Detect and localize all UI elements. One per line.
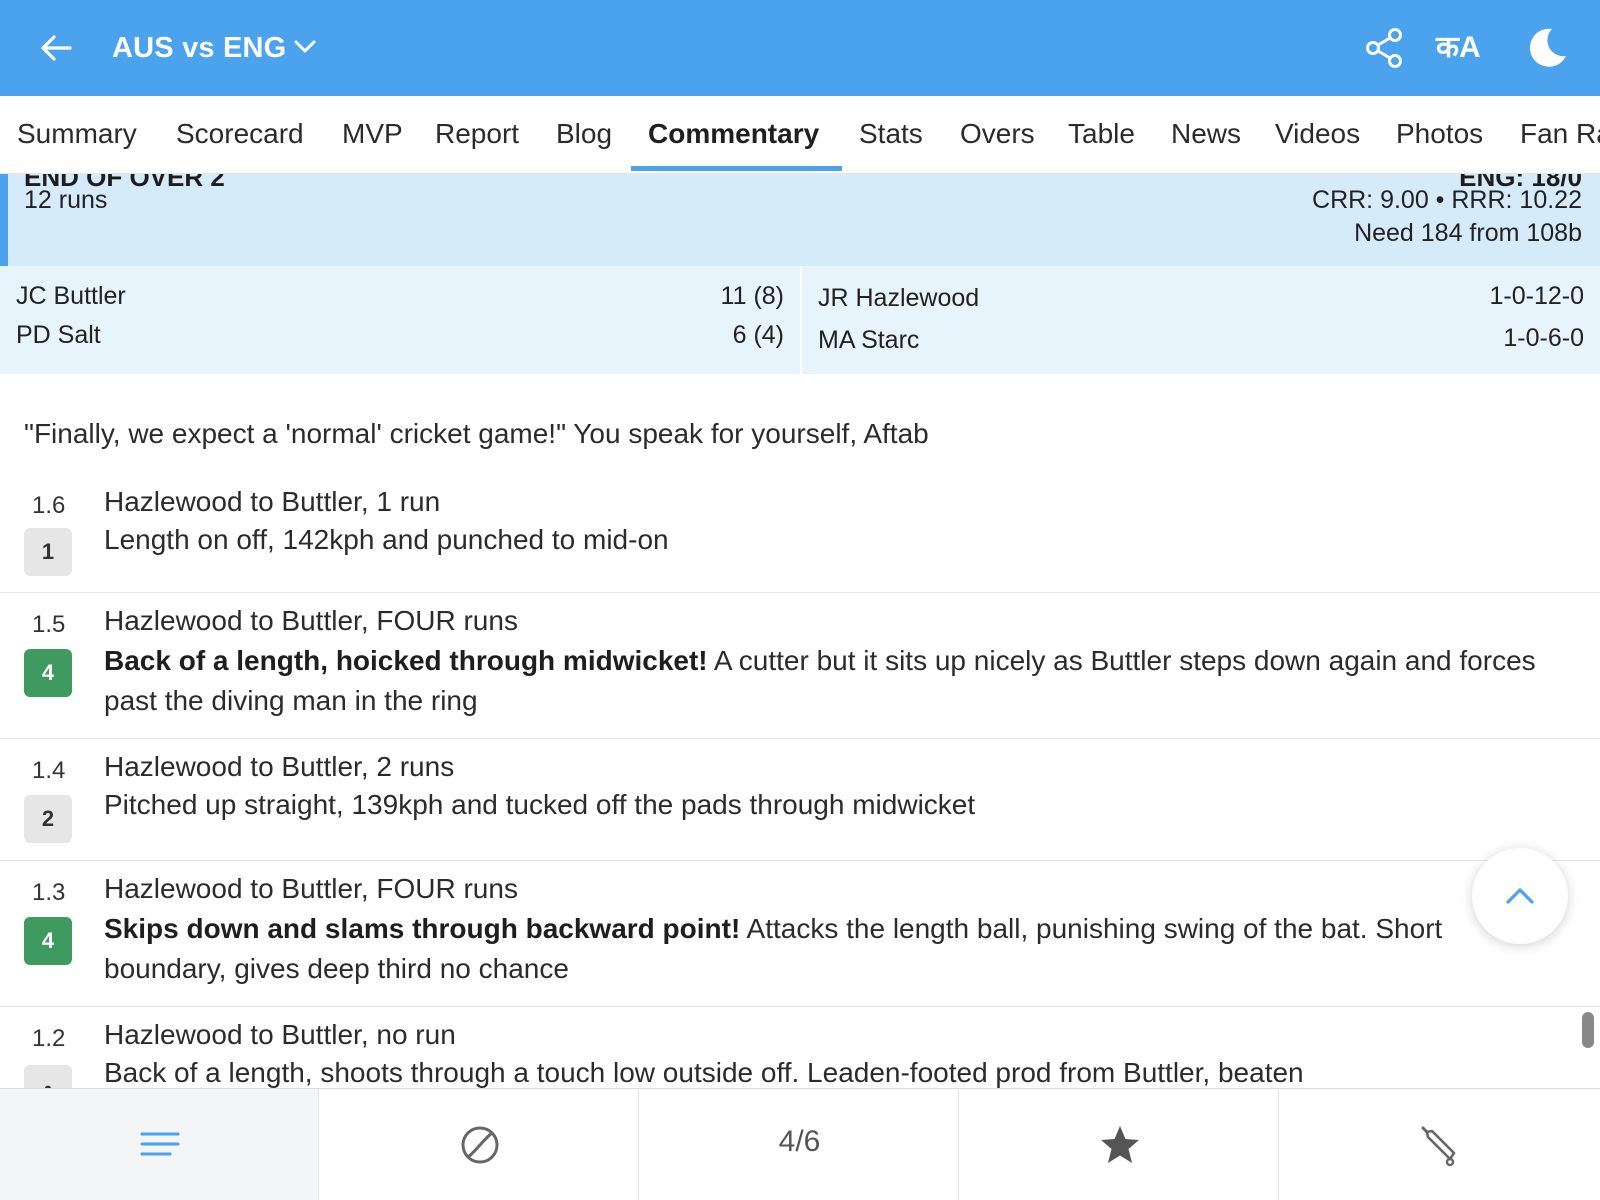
ball-headline: Hazlewood to Buttler, FOUR runs	[104, 873, 518, 904]
menu-button[interactable]	[0, 1089, 319, 1200]
chevron-down-icon[interactable]	[292, 34, 318, 60]
commentary-item: 1.3 4 Hazlewood to Buttler, FOUR runs Sk…	[0, 861, 1600, 1007]
back-arrow-icon[interactable]	[36, 28, 76, 68]
ball-result-badge: 4	[24, 649, 72, 697]
batter-name: JC Buttler	[16, 282, 126, 310]
moon-icon[interactable]	[1522, 24, 1570, 72]
share-icon[interactable]	[1362, 26, 1406, 70]
over-summary: END OF OVER 2 ENG: 18/0 12 runs CRR: 9.0…	[0, 174, 1600, 266]
ball-description: Back of a length, hoicked through midwic…	[104, 645, 1536, 716]
ball-description: Pitched up straight, 139kph and tucked o…	[104, 789, 976, 820]
commentary-item: 1.5 4 Hazlewood to Buttler, FOUR runs Ba…	[0, 593, 1600, 739]
tab-table[interactable]: Table	[1068, 114, 1135, 154]
batter-score: 11 (8)	[720, 282, 784, 310]
ball-headline: Hazlewood to Buttler, 1 run	[104, 486, 441, 517]
active-tab-indicator	[631, 166, 842, 171]
scrollbar[interactable]	[1582, 1012, 1594, 1048]
menu-icon	[140, 1132, 180, 1156]
tab-stats[interactable]: Stats	[859, 114, 923, 154]
match-title[interactable]: AUS vs ENG	[112, 28, 286, 68]
tab-overs[interactable]: Overs	[960, 114, 1035, 154]
page-indicator[interactable]: 4/6	[640, 1089, 959, 1200]
tab-videos[interactable]: Videos	[1275, 114, 1360, 154]
divider	[800, 266, 802, 374]
tab-scorecard[interactable]: Scorecard	[176, 114, 304, 154]
run-rates: CRR: 9.00 • RRR: 10.22	[1312, 186, 1582, 214]
top-app-bar: AUS vs ENG कA	[0, 0, 1600, 96]
tab-summary[interactable]: Summary	[17, 114, 137, 154]
ball-result-badge: 2	[24, 795, 72, 843]
bowler-figures: 1-0-6-0	[1503, 324, 1584, 352]
tab-bar: Summary Scorecard MVP Report Blog Commen…	[0, 96, 1600, 174]
tab-photos[interactable]: Photos	[1396, 114, 1483, 154]
ball-number: 1.5	[32, 611, 66, 638]
highlights-button[interactable]	[960, 1089, 1279, 1200]
ball-icon	[461, 1126, 499, 1164]
bowler-name: JR Hazlewood	[818, 284, 980, 312]
bowler-name: MA Starc	[818, 326, 920, 354]
ball-headline: Hazlewood to Buttler, 2 runs	[104, 751, 455, 782]
batting-button[interactable]	[1280, 1089, 1599, 1200]
ball-result-badge: 4	[24, 917, 72, 965]
batter-score: 6 (4)	[732, 321, 784, 349]
tab-mvp[interactable]: MVP	[342, 114, 403, 154]
commentary-note: "Finally, we expect a 'normal' cricket g…	[24, 418, 929, 449]
ball-number: 1.3	[32, 879, 66, 906]
over-runs: 12 runs	[24, 186, 108, 214]
players-panel: JC Buttler 11 (8) PD Salt 6 (4) JR Hazle…	[0, 266, 1600, 374]
ball-description: Length on off, 142kph and punched to mid…	[104, 524, 669, 555]
ball-by-ball-button[interactable]	[320, 1089, 639, 1200]
chevron-up-icon	[1506, 888, 1534, 904]
batter-name: PD Salt	[16, 321, 101, 349]
page-indicator-text: 4/6	[778, 1125, 821, 1158]
ball-result-badge: 1	[24, 528, 72, 576]
commentary-item: 1.6 1 Hazlewood to Buttler, 1 run Length…	[0, 474, 1600, 593]
language-toggle[interactable]: कA	[1436, 28, 1481, 68]
commentary-item: 1.4 2 Hazlewood to Buttler, 2 runs Pitch…	[0, 739, 1600, 861]
tab-news[interactable]: News	[1171, 114, 1241, 154]
ball-number: 1.2	[32, 1025, 66, 1052]
star-icon	[1101, 1126, 1139, 1163]
tab-commentary[interactable]: Commentary	[648, 114, 819, 154]
ball-description: Skips down and slams through backward po…	[104, 913, 1443, 984]
tab-blog[interactable]: Blog	[556, 114, 612, 154]
ball-headline: Hazlewood to Buttler, no run	[104, 1019, 456, 1050]
bat-icon	[1421, 1126, 1456, 1167]
ball-number: 1.4	[32, 757, 66, 784]
required-runs: Need 184 from 108b	[1354, 219, 1582, 247]
bowler-figures: 1-0-12-0	[1489, 282, 1585, 310]
bottom-nav: 4/6	[0, 1088, 1600, 1200]
scroll-to-top-button[interactable]	[1472, 848, 1568, 944]
tab-fan-ratings[interactable]: Fan Ra	[1520, 114, 1600, 154]
ball-headline: Hazlewood to Buttler, FOUR runs	[104, 605, 518, 636]
ball-description: Back of a length, shoots through a touch…	[104, 1057, 1304, 1088]
tab-report[interactable]: Report	[435, 114, 519, 154]
ball-number: 1.6	[32, 492, 66, 519]
